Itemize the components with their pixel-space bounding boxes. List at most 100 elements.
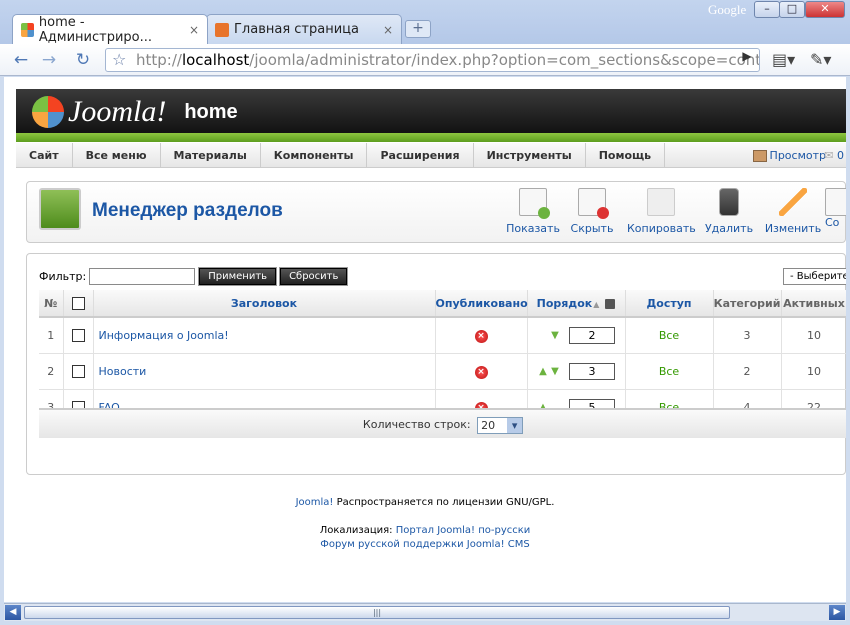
tab-main-page[interactable]: Главная страница × [206, 14, 402, 44]
messages-count[interactable]: ✉ 0 [824, 143, 844, 168]
messages-count-value: 0 [837, 149, 844, 162]
unpublish-icon [578, 188, 609, 219]
col-access[interactable]: Доступ [625, 290, 714, 318]
joomla-logo-icon [32, 96, 64, 128]
new-button[interactable]: Со [825, 188, 846, 229]
joomla-favicon-icon [215, 22, 229, 37]
row-active: 10 [781, 353, 846, 390]
col-select-all [63, 290, 94, 318]
google-label: Google [708, 2, 747, 17]
order-input[interactable]: 2 [569, 326, 615, 344]
url-path: /joomla/administrator/index.php?option=c… [249, 51, 760, 69]
url-scheme: http:// [136, 51, 182, 69]
header-green-bar [16, 133, 846, 142]
publish-button[interactable]: Показать [503, 188, 563, 235]
menu-components[interactable]: Компоненты [261, 143, 368, 168]
rows-per-page-label: Количество строк: [362, 418, 471, 431]
back-button[interactable]: ← [10, 49, 32, 71]
row-access-link[interactable]: Все [625, 317, 714, 354]
menu-extensions[interactable]: Расширения [367, 143, 474, 168]
sections-panel: Фильтр: Применить Сбросить - Выберите № … [26, 253, 846, 475]
menu-help[interactable]: Помощь [586, 143, 666, 168]
page-toolbar: Менеджер разделов Показать Скрыть Копиро… [26, 181, 846, 243]
order-input[interactable]: 3 [569, 362, 615, 380]
publish-label: Показать [506, 222, 560, 235]
reload-button[interactable]: ↻ [72, 49, 94, 71]
horizontal-scrollbar[interactable]: ◀ ||| ▶ [4, 603, 846, 621]
col-title[interactable]: Заголовок [93, 290, 436, 318]
row-select [63, 317, 94, 354]
address-bar[interactable]: ☆ http://localhost/joomla/administrator/… [105, 48, 760, 72]
menu-site[interactable]: Сайт [16, 143, 73, 168]
tab-close-icon[interactable]: × [383, 23, 393, 37]
maximize-button[interactable]: □ [779, 1, 805, 18]
go-icon[interactable]: ▶ [736, 47, 758, 65]
forum-link[interactable]: Форум русской поддержки Joomla! CMS [320, 539, 530, 550]
row-published: × [435, 353, 528, 390]
rows-per-page-select[interactable]: 20 [477, 416, 524, 434]
row-checkbox[interactable] [71, 364, 85, 378]
menu-tools[interactable]: Инструменты [474, 143, 586, 168]
copy-icon [647, 188, 675, 216]
joomla-favicon-icon [21, 22, 34, 37]
tab-home-admin[interactable]: home - Администриро... × [12, 14, 208, 45]
filter-input[interactable] [89, 268, 196, 285]
preview-link[interactable]: Просмотр [752, 143, 826, 168]
order-down-icon[interactable]: ▼ [549, 330, 561, 341]
preview-label: Просмотр [769, 149, 826, 162]
reset-filter-button[interactable]: Сбросить [279, 267, 349, 286]
star-icon[interactable]: ☆ [112, 49, 126, 71]
forward-button[interactable]: → [38, 49, 60, 71]
col-num: № [39, 290, 64, 318]
order-down-icon[interactable]: ▼ [549, 366, 561, 377]
row-categories: 2 [713, 353, 782, 390]
menu-content[interactable]: Материалы [161, 143, 261, 168]
col-order-label: Порядок [536, 296, 593, 310]
scrollbar-thumb[interactable]: ||| [24, 606, 730, 619]
unpublish-button[interactable]: Скрыть [562, 188, 622, 235]
delete-button[interactable]: Удалить [699, 188, 759, 235]
browser-toolbar: ← → ↻ ☆ http://localhost/joomla/administ… [0, 44, 850, 76]
wrench-icon[interactable]: ✎▾ [810, 50, 831, 69]
menu-all-menus[interactable]: Все меню [73, 143, 161, 168]
unpublished-icon[interactable]: × [474, 329, 488, 343]
scroll-right-icon[interactable]: ▶ [829, 605, 845, 620]
edit-label: Изменить [764, 222, 822, 235]
url-host: localhost [181, 51, 250, 69]
localization-link[interactable]: Портал Joomla! по-русски [396, 525, 531, 536]
copy-button[interactable]: Копировать [627, 188, 696, 235]
messages-icon: ✉ [824, 149, 834, 162]
row-active: 10 [781, 317, 846, 354]
scroll-left-icon[interactable]: ◀ [5, 605, 21, 620]
col-published[interactable]: Опубликовано [435, 290, 528, 318]
order-up-icon[interactable]: ▲ [537, 366, 549, 377]
col-order[interactable]: Порядок▲ [527, 290, 626, 318]
unpublished-icon[interactable]: × [474, 365, 488, 379]
minimize-button[interactable]: – [754, 1, 780, 18]
new-tab-button[interactable]: + [405, 20, 431, 38]
edit-icon [779, 188, 807, 216]
col-categories: Категорий [713, 290, 782, 318]
edit-button[interactable]: Изменить [763, 188, 823, 235]
apply-filter-button[interactable]: Применить [198, 267, 278, 286]
new-icon [825, 188, 846, 216]
page-icon[interactable]: ▤▾ [772, 50, 795, 69]
close-window-button[interactable]: ✕ [805, 1, 845, 18]
tab-label: home - Администриро... [38, 14, 152, 45]
filter-row: Фильтр: Применить Сбросить [39, 267, 349, 286]
select-all-checkbox[interactable] [71, 296, 85, 310]
pagination-bar: Количество строк: 20 [39, 408, 846, 438]
row-title-link[interactable]: Новости [93, 353, 436, 390]
row-checkbox[interactable] [71, 329, 85, 342]
table-row: 2 Новости × ▲ ▼ 3 Все 2 10 [39, 353, 846, 390]
publish-icon [519, 188, 550, 219]
state-filter-select[interactable]: - Выберите [783, 268, 846, 285]
save-order-icon[interactable] [605, 298, 616, 309]
footer-localization: Локализация: Портал Joomla! по-русски [4, 525, 846, 536]
page-title: Менеджер разделов [92, 200, 283, 221]
tab-close-icon[interactable]: × [189, 23, 199, 37]
row-title-link[interactable]: Информация о Joomla! [93, 317, 436, 354]
site-name: home [184, 100, 238, 123]
joomla-link[interactable]: Joomla! [296, 497, 334, 508]
row-access-link[interactable]: Все [625, 353, 714, 390]
